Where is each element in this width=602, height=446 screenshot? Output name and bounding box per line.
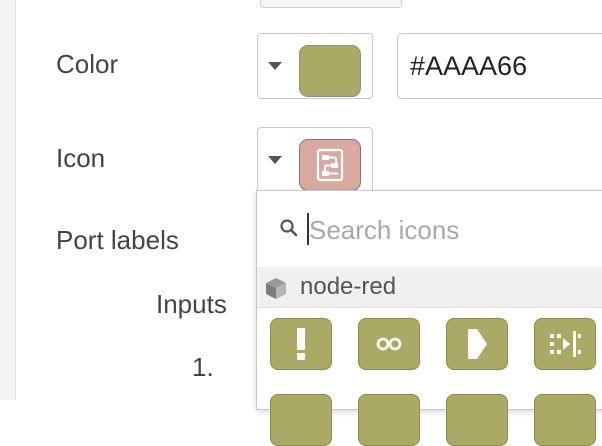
icon-option[interactable] (446, 394, 508, 446)
icon-swatch (299, 139, 361, 191)
icon-search-row (257, 191, 602, 268)
chevron-down-icon (268, 62, 282, 70)
color-hex-input[interactable] (397, 33, 602, 99)
chevron-down-icon (268, 156, 282, 164)
port-labels-label: Port labels (56, 225, 179, 255)
link-icon (376, 337, 402, 351)
icon-option-arrow-right[interactable] (446, 318, 508, 370)
input-index-label: 1. (192, 352, 214, 382)
text-cursor (307, 213, 309, 245)
search-icon (280, 219, 298, 237)
icon-label: Icon (56, 143, 106, 173)
icon-option[interactable] (270, 394, 332, 446)
left-rail (0, 0, 16, 400)
icon-search-input[interactable] (307, 209, 601, 251)
color-label: Color (56, 49, 119, 79)
icon-option[interactable] (358, 394, 420, 446)
arrow-right-icon (468, 329, 487, 359)
icon-option-alert[interactable] (270, 318, 332, 370)
alert-icon (297, 328, 305, 360)
icon-option-split[interactable] (534, 318, 596, 370)
icon-picker-button[interactable] (257, 127, 373, 193)
icon-group-header: node-red (257, 267, 602, 308)
icon-option[interactable] (534, 394, 596, 446)
color-picker-button[interactable] (257, 33, 373, 99)
cube-icon (266, 278, 286, 299)
subflow-icon (316, 148, 344, 182)
inputs-label: Inputs (156, 289, 227, 319)
split-icon (550, 331, 581, 357)
previous-field-edge[interactable] (260, 0, 402, 8)
icon-option-link[interactable] (358, 318, 420, 370)
icon-group-label: node-red (300, 273, 397, 300)
color-swatch (299, 45, 361, 97)
icon-picker-dropdown: node-red (256, 190, 602, 446)
